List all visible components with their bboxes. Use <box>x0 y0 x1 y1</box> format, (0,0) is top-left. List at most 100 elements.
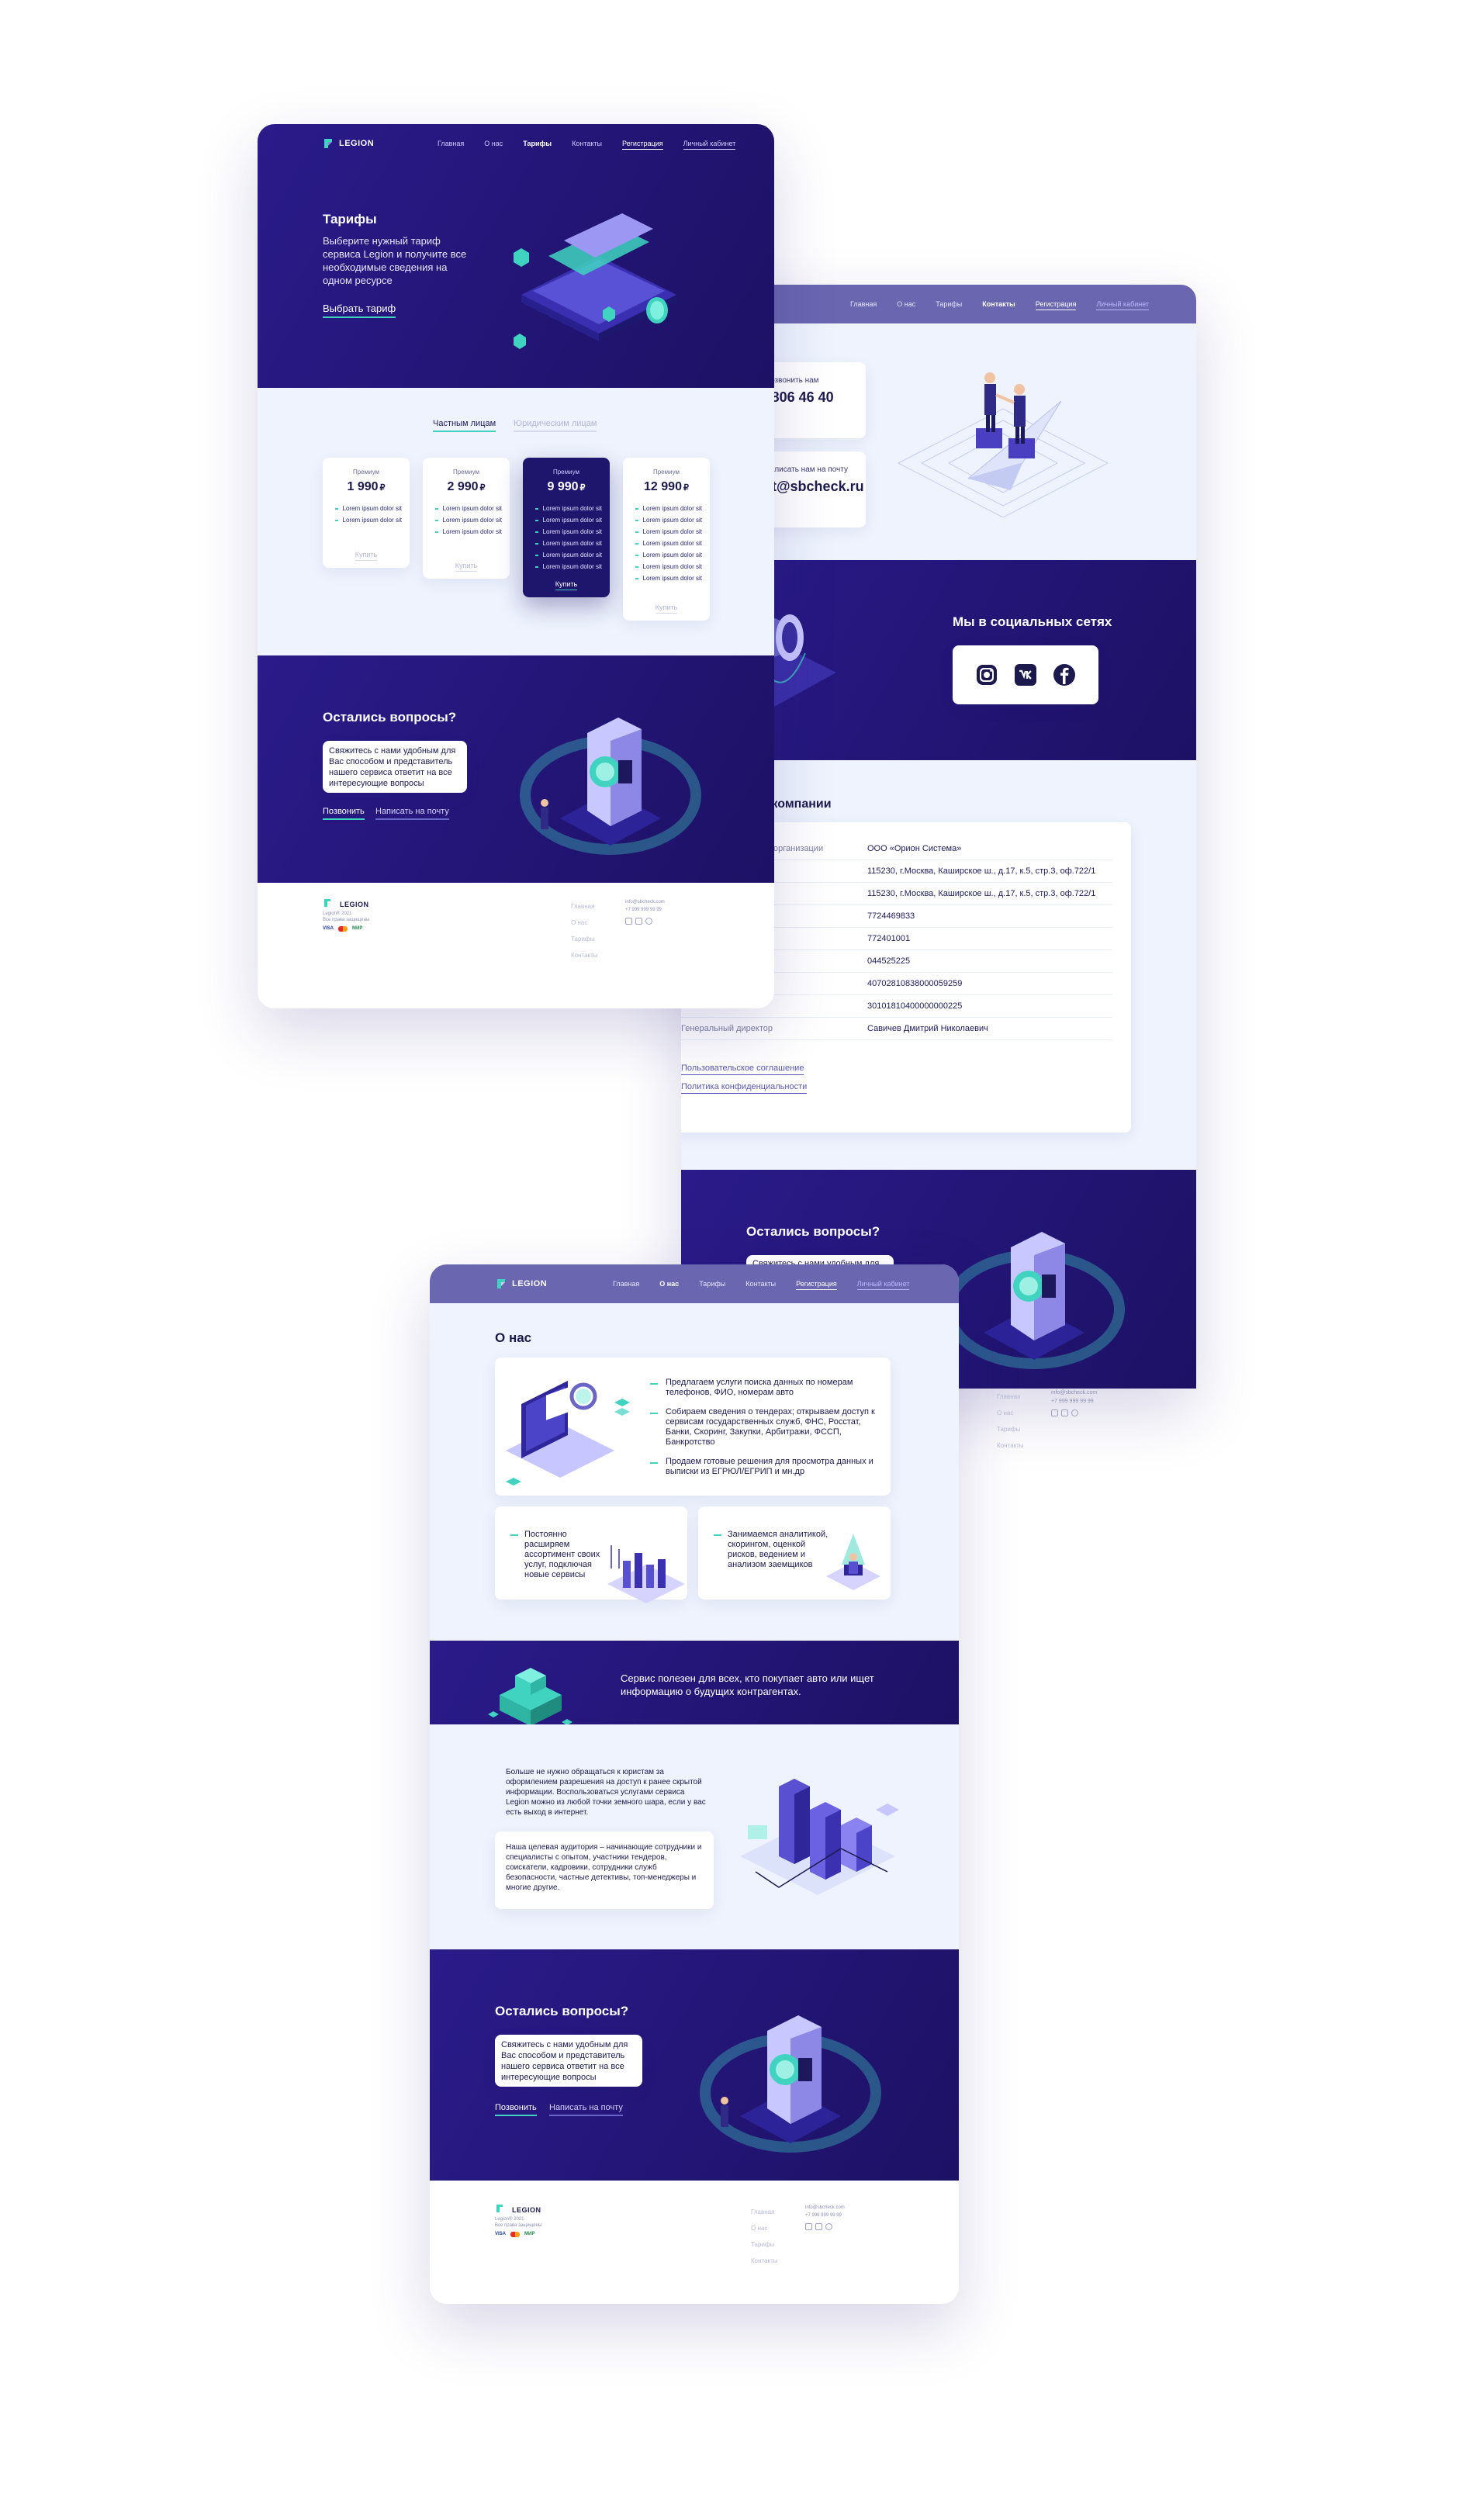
instagram-icon[interactable] <box>625 918 632 925</box>
server-illustration <box>520 718 701 855</box>
plan-price: 12 990 ₽ <box>644 480 689 493</box>
pricing-plans-section: Частным лицам Юридическим лицам Премиум 1… <box>258 388 774 655</box>
company-row-value: Савичев Дмитрий Николаевич <box>867 1024 988 1033</box>
nav-account[interactable]: Личный кабинет <box>1096 300 1150 310</box>
nav-tariffs[interactable]: Тарифы <box>699 1280 725 1290</box>
vk-icon[interactable] <box>1061 1409 1068 1416</box>
mail-button[interactable]: Написать на почту <box>375 807 449 820</box>
contacts-questions-title: Остались вопросы? <box>746 1224 880 1239</box>
social-links <box>953 645 1098 704</box>
footer-email[interactable]: info@sbcheck.com <box>625 898 665 906</box>
pricing-hero: LEGION Главная О нас Тарифы Контакты Рег… <box>258 124 774 388</box>
tab-legal[interactable]: Юридическим лицам <box>514 419 597 432</box>
plan-features: Lorem ipsum dolor sit Lorem ipsum dolor s… <box>531 505 602 570</box>
footer-links[interactable]: Главная О нас Тарифы Контакты <box>571 898 598 963</box>
vk-icon[interactable] <box>1013 662 1038 687</box>
buy-button[interactable]: Купить <box>623 604 710 614</box>
service-item: Предлагаем услуги поиска данных по номер… <box>650 1378 875 1398</box>
plan-features: Lorem ipsum dolor sit Lorem ipsum dolor s… <box>431 505 502 535</box>
mail-button[interactable]: Написать на почту <box>549 2103 623 2116</box>
call-button[interactable]: Позвонить <box>323 807 365 820</box>
company-row-value: 30101810400000000225 <box>867 1001 963 1011</box>
footer-email[interactable]: info@sbcheck.com <box>805 2204 845 2212</box>
nav-home[interactable]: Главная <box>613 1280 639 1290</box>
hero-text: Выберите нужный тариф сервиса Legion и п… <box>323 235 467 286</box>
nav-tariffs[interactable]: Тарифы <box>936 300 962 310</box>
about-questions-section: Остались вопросы? Свяжитесь с нами удобн… <box>430 1949 959 2181</box>
plan-name: Премиум <box>552 469 580 476</box>
nav-tariffs[interactable]: Тарифы <box>523 140 552 150</box>
plan-feature: Lorem ipsum dolor sit <box>535 552 602 559</box>
handshake-illustration <box>897 372 1109 517</box>
vk-icon[interactable] <box>635 918 642 925</box>
contacts-footer-phone[interactable]: +7 999 999 99 99 <box>1051 1397 1097 1406</box>
facebook-icon[interactable] <box>645 918 652 925</box>
company-row-value: 115230, г.Москва, Каширское ш., д.17, к.… <box>867 866 1096 876</box>
service-item: Собираем сведения о тендерах; открываем … <box>650 1407 875 1447</box>
nav-account[interactable]: Личный кабинет <box>683 140 736 150</box>
nav-home[interactable]: Главная <box>850 300 877 310</box>
call-button[interactable]: Позвонить <box>495 2103 537 2116</box>
plan-feature: Lorem ipsum dolor sit <box>335 517 402 524</box>
footer-phone[interactable]: +7 999 999 99 99 <box>625 906 665 914</box>
company-row-value: 044525225 <box>867 956 911 966</box>
company-row-label: Генеральный директор <box>681 1024 773 1033</box>
nav-about[interactable]: О нас <box>659 1280 679 1290</box>
nav-contacts[interactable]: Контакты <box>982 300 1015 310</box>
plan-features: Lorem ipsum dolor sit Lorem ipsum dolor s… <box>631 505 702 582</box>
privacy-link[interactable]: Политика конфиденциальности <box>681 1082 1112 1094</box>
footer-social-icons <box>625 918 665 925</box>
tab-individuals[interactable]: Частным лицам <box>433 419 496 432</box>
nav-contacts[interactable]: Контакты <box>745 1280 776 1290</box>
about-title: О нас <box>495 1330 532 1345</box>
plan-feature: Lorem ipsum dolor sit <box>635 552 702 559</box>
legion-logo-icon <box>323 898 335 911</box>
plan-card: Премиум 2 990 ₽ Lorem ipsum dolor sit Lorem … <box>423 458 510 579</box>
company-row-value: 115230, г.Москва, Каширское ш., д.17, к.… <box>867 889 1096 898</box>
buy-button[interactable]: Купить <box>323 551 410 561</box>
nav-about[interactable]: О нас <box>484 140 503 150</box>
nav-about[interactable]: О нас <box>897 300 915 310</box>
footer-logo[interactable]: LEGION <box>323 898 369 911</box>
footer-logo[interactable]: LEGION <box>495 2204 541 2216</box>
instagram-icon[interactable] <box>1051 1409 1058 1416</box>
plan-price: 2 990 ₽ <box>447 480 486 493</box>
instagram-icon[interactable] <box>805 2223 812 2230</box>
agreement-link[interactable]: Пользовательское соглашение <box>681 1064 1112 1075</box>
facebook-icon[interactable] <box>1052 662 1077 687</box>
footer-phone[interactable]: +7 999 999 99 99 <box>805 2212 845 2219</box>
questions-title: Остались вопросы? <box>323 710 457 725</box>
plan-feature: Lorem ipsum dolor sit <box>635 563 702 570</box>
plan-card: Премиум 9 990 ₽ Lorem ipsum dolor sit Lorem … <box>523 458 610 597</box>
choose-tariff-button[interactable]: Выбрать тариф <box>323 303 396 318</box>
analytics-text: Занимаемся аналитикой, скорингом, оценко… <box>728 1530 828 1569</box>
about-footer: LEGION Legion® 2021 Все права защищены V… <box>430 2181 959 2304</box>
nav-register[interactable]: Регистрация <box>796 1280 837 1290</box>
about-details-section: Больше не нужно обращаться к юристам за … <box>430 1724 959 1949</box>
plan-feature: Lorem ipsum dolor sit <box>635 575 702 582</box>
banner-text: Сервис полезен для всех, кто покупает ав… <box>621 1672 874 1697</box>
footer-social-icons <box>805 2223 845 2230</box>
buy-button[interactable]: Купить <box>523 580 610 590</box>
instagram-icon[interactable] <box>974 662 999 687</box>
plan-feature: Lorem ipsum dolor sit <box>635 517 702 524</box>
nav-account[interactable]: Личный кабинет <box>856 1280 910 1290</box>
nav-home[interactable]: Главная <box>438 140 464 150</box>
payment-icons: VISA МИР <box>323 926 362 932</box>
logo[interactable]: LEGION <box>495 1278 547 1290</box>
facebook-icon[interactable] <box>1071 1409 1078 1416</box>
services-card: Предлагаем услуги поиска данных по номер… <box>495 1358 891 1496</box>
nav-register[interactable]: Регистрация <box>622 140 663 150</box>
plan-feature: Lorem ipsum dolor sit <box>535 528 602 535</box>
contacts-footer: Главная О нас Тарифы Контакты info@sbcheck.… <box>997 1389 1136 1497</box>
buy-button[interactable]: Купить <box>423 562 510 572</box>
footer-links[interactable]: Главная О нас Тарифы Контакты <box>751 2204 778 2269</box>
plan-name: Премиум <box>652 469 680 476</box>
vk-icon[interactable] <box>815 2223 822 2230</box>
plan-name: Премиум <box>452 469 480 476</box>
nav-contacts[interactable]: Контакты <box>572 140 602 150</box>
contacts-footer-email[interactable]: info@sbcheck.com <box>1051 1389 1097 1397</box>
facebook-icon[interactable] <box>825 2223 832 2230</box>
nav-register[interactable]: Регистрация <box>1035 300 1077 310</box>
logo[interactable]: LEGION <box>322 137 374 150</box>
